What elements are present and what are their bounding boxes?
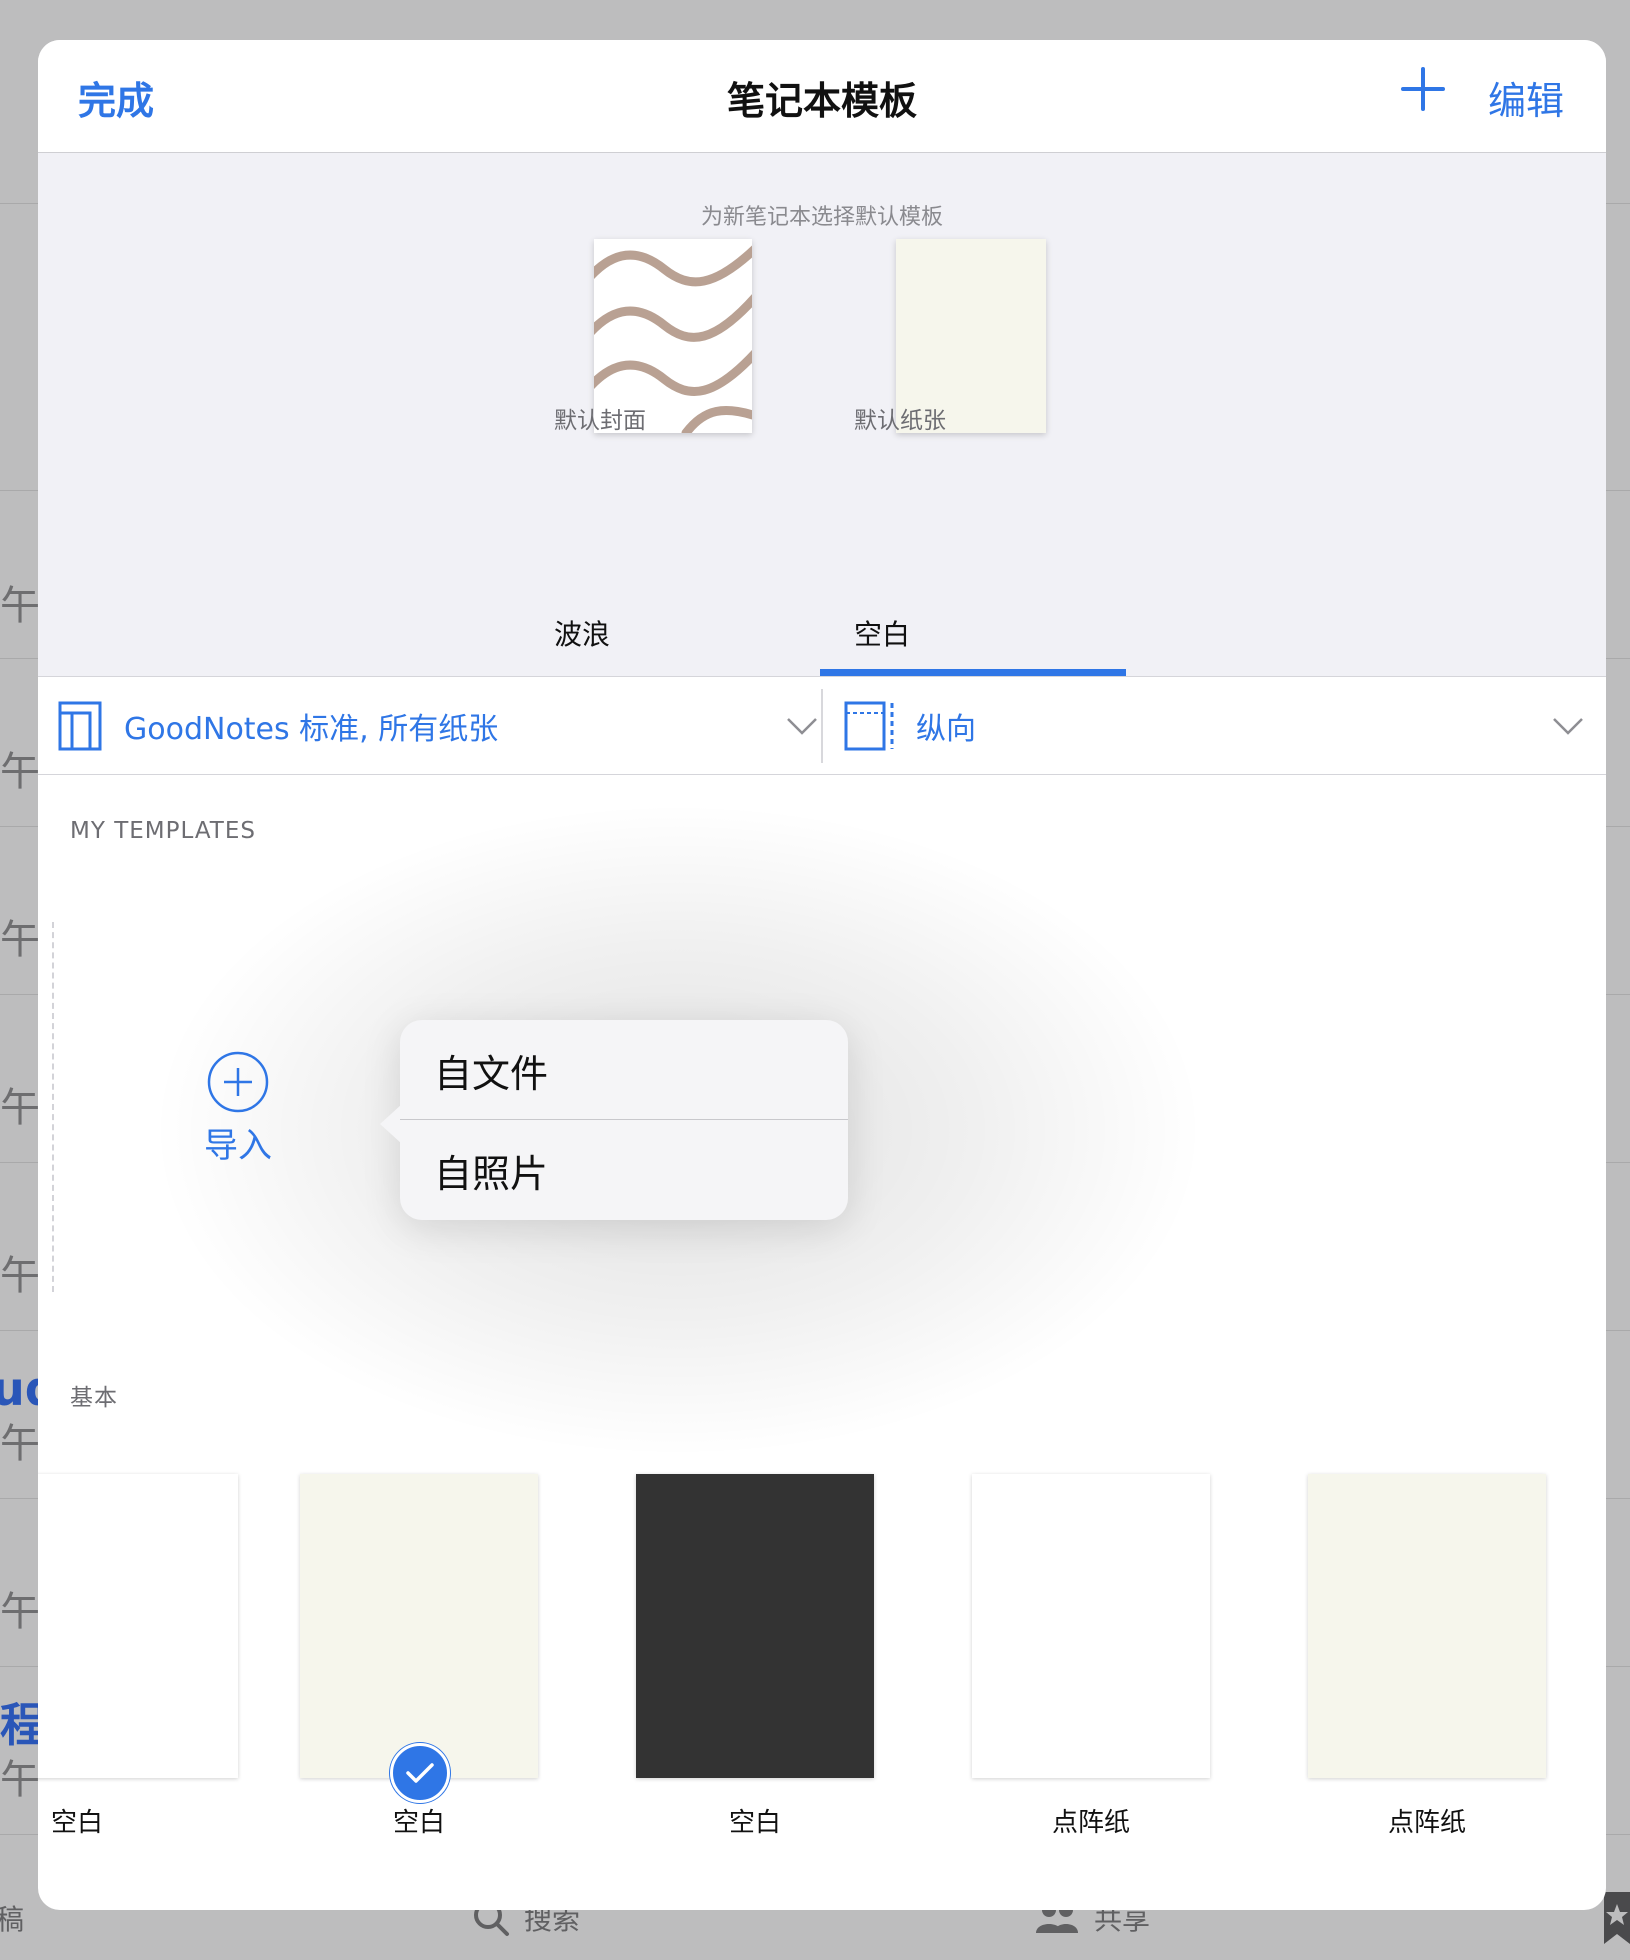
import-drop-area: [52, 922, 54, 1292]
edit-button[interactable]: 编辑: [1488, 70, 1564, 125]
segment-blank[interactable]: 空白: [854, 613, 910, 653]
background-row-char: 午: [0, 1757, 40, 1803]
background-row-char: 午: [0, 1085, 40, 1131]
add-circle-icon: [207, 1051, 269, 1113]
template-card-blank-white[interactable]: [38, 1474, 238, 1778]
background-row-char: 午: [0, 749, 40, 795]
segment-wave[interactable]: 波浪: [554, 613, 610, 653]
orientation-icon: [844, 701, 894, 751]
default-template-hint: 为新笔记本选择默认模板: [700, 205, 943, 230]
filter-divider: [821, 689, 823, 763]
page-title: 笔记本模板: [726, 79, 917, 123]
selected-check-badge: [390, 1743, 450, 1803]
background-row-char: 午: [0, 917, 40, 963]
template-set-value: GoodNotes 标准, 所有纸张: [124, 712, 499, 747]
import-button[interactable]: 导入: [178, 1050, 298, 1167]
segment-selected-indicator: [820, 669, 1126, 676]
basic-section-title: 基本: [70, 1385, 118, 1411]
template-card-blank-cream[interactable]: [300, 1474, 538, 1778]
navigation-bar: 完成 笔记本模板 编辑: [38, 40, 1606, 153]
notebook-templates-sheet: 完成 笔记本模板 编辑 为新笔记本选择默认模板 默认封面 默认纸张 波浪 空白: [38, 40, 1606, 1910]
template-card-blank-dark[interactable]: [636, 1474, 874, 1778]
checkmark-icon: [406, 1763, 434, 1783]
default-cover-label: 默认封面: [554, 408, 646, 434]
template-card-label: 空白: [392, 1808, 445, 1838]
template-card-dotted-cream[interactable]: [1308, 1474, 1546, 1778]
chevron-down-icon: [1553, 718, 1583, 735]
default-template-header: 为新笔记本选择默认模板 默认封面 默认纸张 波浪 空白: [38, 153, 1606, 677]
template-set-icon: [58, 701, 102, 751]
orientation-value: 纵向: [916, 712, 976, 747]
import-source-popover: 自文件 自照片: [380, 1020, 848, 1220]
template-card-label: 空白: [728, 1808, 781, 1838]
import-label: 导入: [204, 1126, 272, 1166]
my-templates-title: MY TEMPLATES: [70, 818, 256, 844]
background-row-char: 午: [0, 1421, 40, 1467]
import-from-photos-option[interactable]: 自照片: [400, 1120, 848, 1220]
template-card-label: 空白: [50, 1808, 103, 1838]
template-card-label: 点阵纸: [1051, 1808, 1130, 1838]
template-card-label: 点阵纸: [1387, 1808, 1466, 1838]
plus-icon[interactable]: [1400, 66, 1446, 112]
chevron-down-icon: [787, 718, 817, 735]
import-from-files-option[interactable]: 自文件: [400, 1020, 848, 1120]
template-set-dropdown[interactable]: GoodNotes 标准, 所有纸张: [58, 677, 818, 775]
default-paper-label: 默认纸张: [854, 408, 946, 434]
orientation-dropdown[interactable]: 纵向: [844, 677, 1584, 775]
background-tab-fragment: 稿: [0, 1903, 25, 1936]
background-row-char: 午: [0, 583, 40, 629]
star-badge-icon: [1604, 1892, 1630, 1944]
popover-arrow: [380, 1104, 402, 1144]
template-card-dotted-white[interactable]: [972, 1474, 1210, 1778]
background-row-char: 午: [0, 1589, 40, 1635]
filter-bar: GoodNotes 标准, 所有纸张 纵向: [38, 677, 1606, 775]
background-row-char: 午: [0, 1253, 40, 1299]
